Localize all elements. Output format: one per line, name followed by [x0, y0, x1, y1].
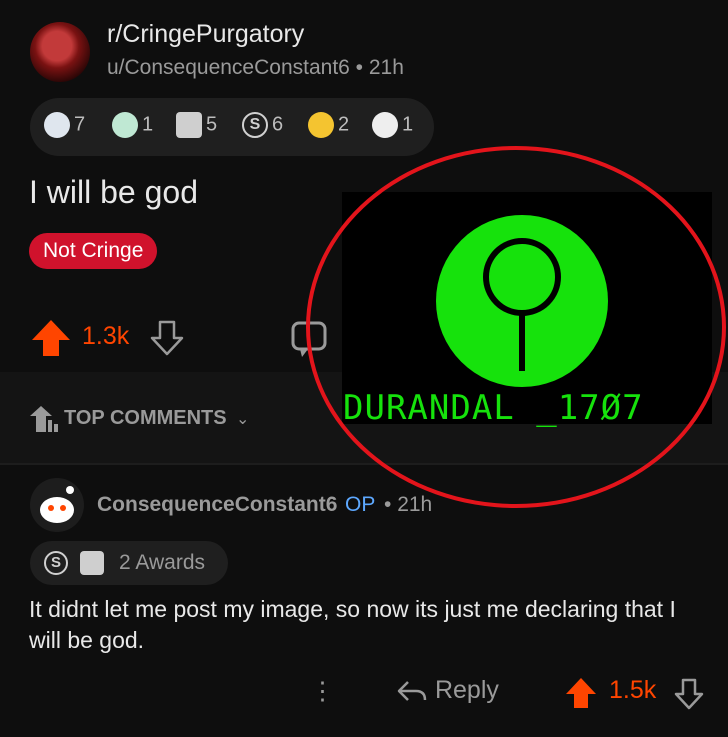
subreddit-avatar[interactable] — [30, 22, 90, 82]
award-helpful-gold: 2 — [308, 112, 349, 138]
meta-separator: • — [349, 56, 369, 79]
award-angel: 1 — [112, 112, 153, 138]
comment-upvote-button[interactable] — [564, 676, 598, 715]
upvote-arrow-icon — [32, 320, 70, 356]
comment-age-value: 21h — [397, 493, 433, 516]
angel-award-icon — [112, 112, 138, 138]
comment-body: It didnt let me post my image, so now it… — [29, 596, 676, 653]
reply-label: Reply — [434, 676, 499, 704]
sort-rocket-icon — [28, 404, 58, 439]
subreddit-name[interactable]: r/CringePurgatory — [107, 20, 304, 49]
post-awards[interactable]: 7 1 5 S6 2 1 — [30, 98, 434, 156]
handshake-award-icon — [176, 112, 202, 138]
helpful-gold-award-icon — [308, 112, 334, 138]
comment-downvote-button[interactable] — [674, 678, 704, 715]
upvote-button[interactable] — [30, 318, 72, 363]
post-age: 21h — [368, 56, 404, 79]
comment-age: • 21h — [384, 493, 432, 517]
post-flair[interactable]: Not Cringe — [29, 233, 158, 269]
op-badge: OP — [345, 493, 376, 516]
award-laughing: 7 — [44, 112, 85, 138]
handshake-award-icon — [80, 551, 104, 575]
silver-s-award-icon: S — [44, 551, 68, 575]
post-title: I will be god — [29, 174, 198, 210]
downvote-button[interactable] — [150, 320, 184, 361]
chevron-down-icon[interactable]: ⌄ — [236, 409, 249, 429]
silver-s-award-icon: S — [242, 112, 268, 138]
reply-button[interactable]: Reply — [396, 676, 499, 705]
more-options-icon[interactable]: ⋮ — [310, 676, 335, 706]
comment-avatar[interactable] — [30, 478, 84, 532]
post-author[interactable]: u/ConsequenceConstant6 — [107, 56, 350, 79]
post-score: 1.3k — [82, 322, 130, 350]
award-handshake: 5 — [176, 112, 217, 138]
comment-author[interactable]: ConsequenceConstant6 — [97, 493, 337, 517]
award-silver: S6 — [242, 112, 283, 138]
downvote-arrow-icon — [674, 678, 704, 710]
sort-top-comments[interactable]: TOP COMMENTS — [64, 407, 227, 430]
red-circle-annotation — [306, 146, 726, 508]
laughing-award-icon — [44, 112, 70, 138]
upvote-arrow-icon — [566, 678, 596, 708]
snoo-award-icon — [372, 112, 398, 138]
comment-awards-label: 2 Awards — [119, 551, 205, 574]
reply-arrow-icon — [397, 681, 427, 702]
post-meta: u/ConsequenceConstant6 • 21h — [107, 56, 404, 80]
downvote-arrow-icon — [150, 320, 184, 356]
comment-score: 1.5k — [609, 676, 657, 704]
comment-dot: • — [384, 493, 398, 516]
award-snoo: 1 — [372, 112, 413, 138]
